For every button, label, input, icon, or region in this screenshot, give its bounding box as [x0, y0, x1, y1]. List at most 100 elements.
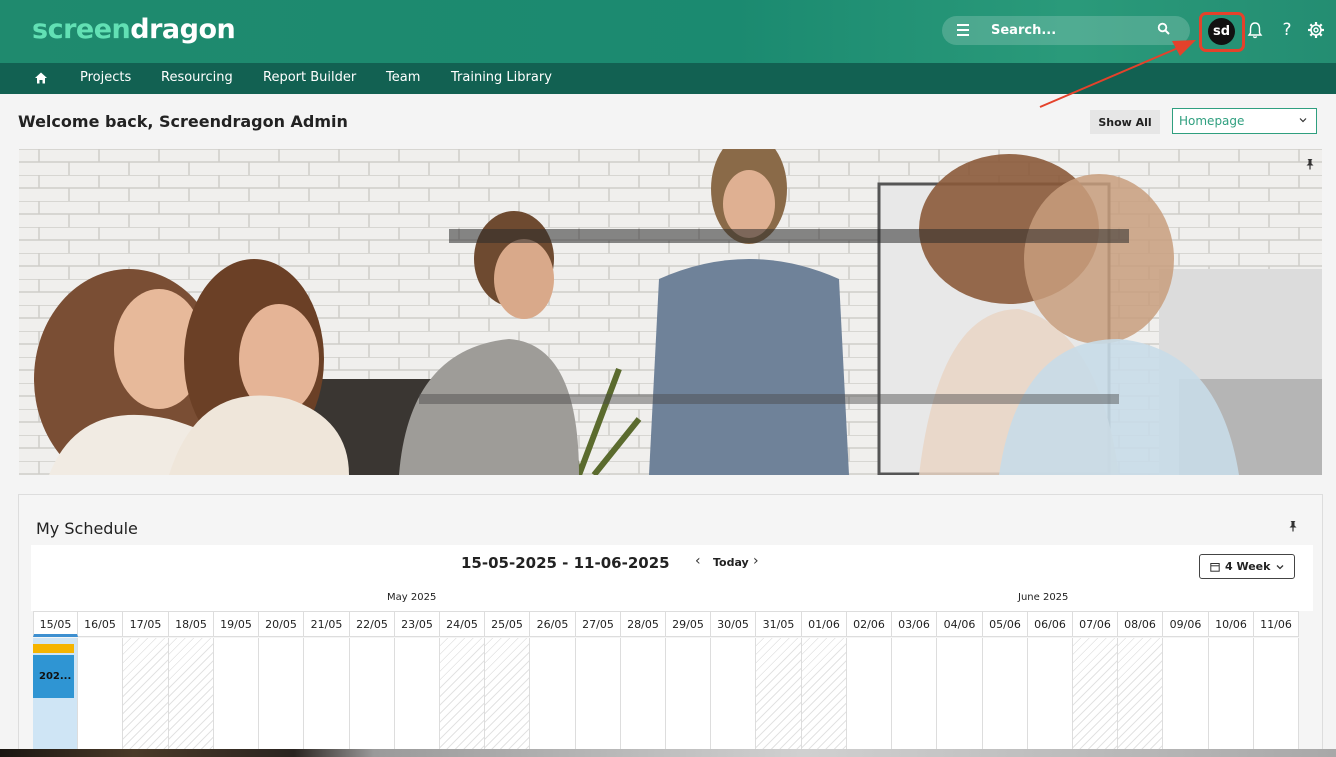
- day-column[interactable]: [1073, 638, 1118, 757]
- day-column[interactable]: [1028, 638, 1073, 757]
- event-bar-yellow[interactable]: [33, 644, 74, 653]
- homepage-select-value: Homepage: [1179, 114, 1245, 128]
- day-column[interactable]: [440, 638, 485, 757]
- nav-team[interactable]: Team: [386, 70, 420, 85]
- show-all-button[interactable]: Show All: [1090, 110, 1160, 134]
- day-header[interactable]: 03/06: [892, 611, 937, 637]
- date-range: 15-05-2025 - 11-06-2025: [461, 554, 670, 572]
- calendar-icon: [1210, 563, 1220, 572]
- main-nav: Projects Resourcing Report Builder Team …: [0, 63, 1336, 94]
- day-header[interactable]: 04/06: [937, 611, 983, 637]
- day-header[interactable]: 23/05: [395, 611, 440, 637]
- nav-projects[interactable]: Projects: [80, 70, 131, 85]
- day-header[interactable]: 01/06: [802, 611, 847, 637]
- help-icon[interactable]: ?: [1277, 20, 1297, 40]
- day-header[interactable]: 06/06: [1028, 611, 1073, 637]
- chevron-down-icon: [1276, 565, 1284, 570]
- day-header[interactable]: 02/06: [847, 611, 892, 637]
- day-header[interactable]: 08/06: [1118, 611, 1163, 637]
- day-column[interactable]: [350, 638, 395, 757]
- bell-icon[interactable]: [1245, 20, 1265, 40]
- day-header[interactable]: 24/05: [440, 611, 485, 637]
- day-header[interactable]: 26/05: [530, 611, 576, 637]
- screendragon-logo[interactable]: screendragon: [32, 14, 236, 45]
- day-column[interactable]: [123, 638, 169, 757]
- day-column[interactable]: [711, 638, 756, 757]
- day-header[interactable]: 10/06: [1209, 611, 1254, 637]
- pin-icon[interactable]: [1304, 158, 1316, 170]
- day-header[interactable]: 05/06: [983, 611, 1028, 637]
- day-header[interactable]: 17/05: [123, 611, 169, 637]
- view-select-label: 4 Week: [1225, 560, 1271, 573]
- month-label-june: June 2025: [1018, 592, 1069, 603]
- day-header[interactable]: 19/05: [214, 611, 259, 637]
- day-header[interactable]: 20/05: [259, 611, 304, 637]
- month-header: May 2025 June 2025: [31, 589, 1313, 611]
- nav-resourcing[interactable]: Resourcing: [161, 70, 233, 85]
- day-column[interactable]: [1209, 638, 1254, 757]
- day-column[interactable]: [756, 638, 802, 757]
- home-icon[interactable]: [34, 71, 48, 85]
- month-label-may: May 2025: [387, 592, 437, 603]
- day-header[interactable]: 31/05: [756, 611, 802, 637]
- day-column[interactable]: [937, 638, 983, 757]
- next-period-button[interactable]: ›: [753, 553, 759, 569]
- day-header[interactable]: 25/05: [485, 611, 530, 637]
- day-header[interactable]: 29/05: [666, 611, 711, 637]
- day-column[interactable]: [530, 638, 576, 757]
- day-column[interactable]: 202...: [33, 638, 78, 757]
- day-column[interactable]: [983, 638, 1028, 757]
- day-column[interactable]: [169, 638, 214, 757]
- day-column[interactable]: [1118, 638, 1163, 757]
- homepage-select[interactable]: Homepage: [1172, 108, 1317, 134]
- day-column[interactable]: [395, 638, 440, 757]
- chevron-down-icon: [1299, 118, 1307, 123]
- day-header[interactable]: 09/06: [1163, 611, 1209, 637]
- logo-text-screen: screen: [32, 14, 131, 45]
- day-column[interactable]: [214, 638, 259, 757]
- day-column[interactable]: [666, 638, 711, 757]
- event-block[interactable]: 202...: [33, 655, 74, 698]
- top-header: screendragon Search...: [0, 0, 1336, 63]
- today-button[interactable]: Today: [713, 556, 749, 569]
- day-column[interactable]: [802, 638, 847, 757]
- day-header[interactable]: 22/05: [350, 611, 395, 637]
- day-column[interactable]: [78, 638, 123, 757]
- day-column[interactable]: [892, 638, 937, 757]
- search-bar[interactable]: Search...: [942, 16, 1190, 45]
- day-header[interactable]: 30/05: [711, 611, 756, 637]
- day-header[interactable]: 11/06: [1254, 611, 1299, 637]
- day-header[interactable]: 21/05: [304, 611, 350, 637]
- hero-banner-image: [19, 149, 1322, 475]
- logo-text-dragon: dragon: [130, 14, 236, 45]
- nav-report-builder[interactable]: Report Builder: [263, 70, 356, 85]
- schedule-grid: 15/05 202... 16/05 17/05 18/05 19/05 20/05 21/0…: [33, 611, 1315, 757]
- schedule-title: My Schedule: [36, 519, 138, 538]
- day-header[interactable]: 07/06: [1073, 611, 1118, 637]
- day-header[interactable]: 16/05: [78, 611, 123, 637]
- day-column[interactable]: [1163, 638, 1209, 757]
- page-title: Welcome back, Screendragon Admin: [18, 112, 348, 131]
- schedule-toolbar: 15-05-2025 - 11-06-2025 ‹ Today › 4 Week: [31, 545, 1313, 589]
- day-column[interactable]: [576, 638, 621, 757]
- day-header[interactable]: 27/05: [576, 611, 621, 637]
- nav-training-library[interactable]: Training Library: [451, 70, 552, 85]
- prev-period-button[interactable]: ‹: [695, 553, 701, 569]
- day-header[interactable]: 18/05: [169, 611, 214, 637]
- my-schedule-card: My Schedule 15-05-2025 - 11-06-2025 ‹ To…: [18, 494, 1323, 757]
- day-column[interactable]: [621, 638, 666, 757]
- view-select-button[interactable]: 4 Week: [1199, 554, 1295, 579]
- day-column[interactable]: [485, 638, 530, 757]
- day-column[interactable]: [259, 638, 304, 757]
- day-header[interactable]: 28/05: [621, 611, 666, 637]
- gear-icon[interactable]: [1306, 20, 1326, 40]
- day-column[interactable]: [304, 638, 350, 757]
- search-icon[interactable]: [1157, 22, 1171, 36]
- search-input[interactable]: Search...: [991, 23, 1056, 38]
- user-avatar[interactable]: sd: [1208, 18, 1235, 45]
- day-column[interactable]: [847, 638, 892, 757]
- day-column[interactable]: [1254, 638, 1299, 757]
- menu-icon[interactable]: [957, 24, 969, 36]
- pin-icon[interactable]: [1287, 520, 1299, 532]
- day-header[interactable]: 15/05: [33, 611, 78, 637]
